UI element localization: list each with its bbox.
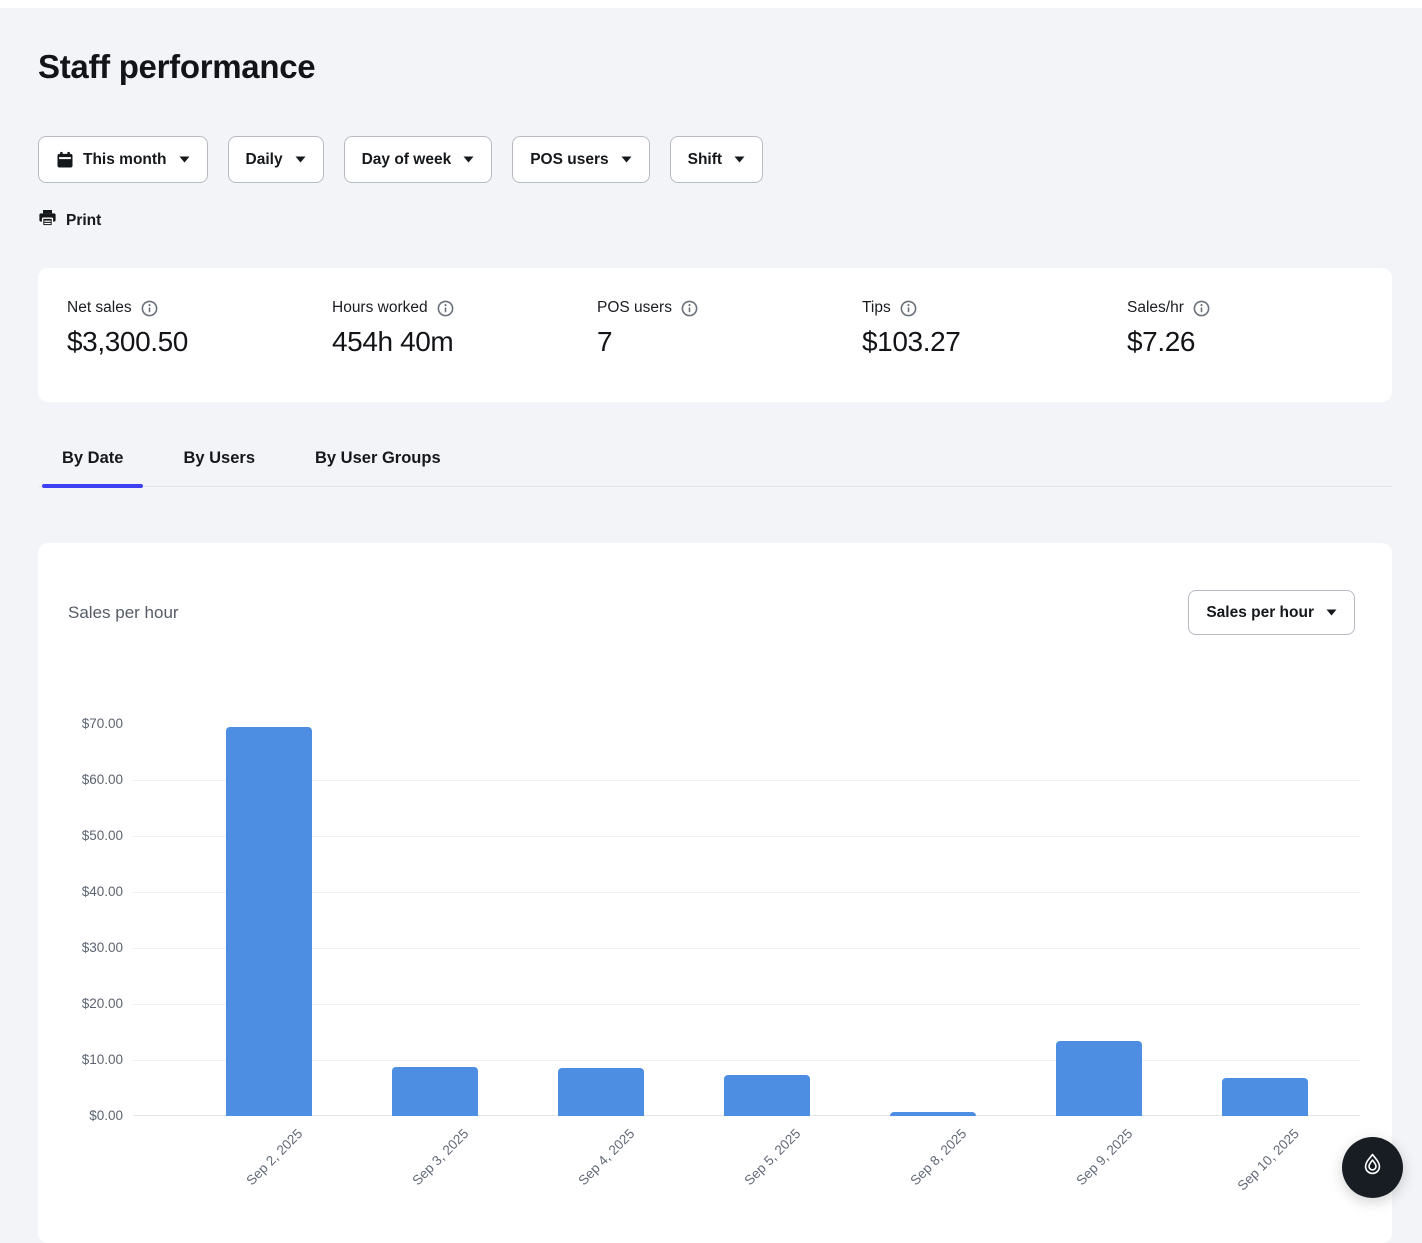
- gridline: [133, 836, 1360, 837]
- filter-day-of-week[interactable]: Day of week: [344, 136, 493, 183]
- y-axis-tick-label: $0.00: [48, 1107, 123, 1125]
- page-title: Staff performance: [38, 48, 1392, 86]
- filter-daily[interactable]: Daily: [228, 136, 324, 183]
- chart-card: Sales per hour Sales per hour $0.00$10.0…: [38, 543, 1392, 1243]
- info-icon[interactable]: [1193, 300, 1210, 317]
- bar-sep-2-2025[interactable]: [226, 727, 312, 1116]
- x-axis-tick-label: Sep 10, 2025: [1234, 1126, 1301, 1193]
- metric-dropdown-label: Sales per hour: [1206, 604, 1314, 622]
- lightspeed-flame-icon: [1359, 1152, 1386, 1184]
- chart-header: Sales per hour Sales per hour: [38, 543, 1392, 635]
- y-axis-tick-label: $30.00: [48, 939, 123, 957]
- stat-net-sales: Net sales $3,300.50: [67, 299, 332, 402]
- info-icon[interactable]: [900, 300, 917, 317]
- lightspeed-logo-button[interactable]: [1342, 1137, 1403, 1198]
- chevron-down-icon: [179, 156, 190, 163]
- print-button[interactable]: Print: [38, 209, 101, 232]
- stat-header: POS users: [597, 299, 862, 317]
- stat-label: POS users: [597, 299, 672, 317]
- stat-label: Tips: [862, 299, 891, 317]
- x-axis-tick-label: Sep 4, 2025: [576, 1126, 638, 1188]
- metric-dropdown[interactable]: Sales per hour: [1188, 590, 1355, 635]
- y-axis-tick-label: $50.00: [48, 827, 123, 845]
- chart-title: Sales per hour: [68, 603, 179, 623]
- bar-sep-5-2025[interactable]: [724, 1075, 810, 1116]
- calendar-icon: [56, 151, 74, 169]
- stat-label: Sales/hr: [1127, 299, 1184, 317]
- y-axis-tick-label: $70.00: [48, 715, 123, 733]
- info-icon[interactable]: [437, 300, 454, 317]
- filter-this-month[interactable]: This month: [38, 136, 208, 183]
- filter-pos-users[interactable]: POS users: [512, 136, 649, 183]
- filter-label: Daily: [246, 151, 283, 169]
- stat-tips: Tips $103.27: [862, 299, 1127, 402]
- stat-value: $3,300.50: [67, 326, 332, 358]
- x-axis-tick-label: Sep 8, 2025: [908, 1126, 970, 1188]
- main-content: Staff performance This month Daily Day of …: [0, 48, 1422, 1243]
- stat-value: 454h 40m: [332, 326, 597, 358]
- stat-value: $103.27: [862, 326, 1127, 358]
- filter-label: This month: [83, 151, 167, 169]
- stat-header: Net sales: [67, 299, 332, 317]
- gridline: [133, 1004, 1360, 1005]
- stat-header: Sales/hr: [1127, 299, 1392, 317]
- y-axis-tick-label: $40.00: [48, 883, 123, 901]
- tab-by-user-groups[interactable]: By User Groups: [295, 448, 461, 486]
- gridline: [133, 780, 1360, 781]
- stat-label: Net sales: [67, 299, 132, 317]
- stat-header: Hours worked: [332, 299, 597, 317]
- gridline: [133, 1060, 1360, 1061]
- tab-by-users[interactable]: By Users: [163, 448, 275, 486]
- chevron-down-icon: [1326, 609, 1337, 616]
- stat-pos-users: POS users 7: [597, 299, 862, 402]
- filter-shift[interactable]: Shift: [670, 136, 763, 183]
- stat-hours-worked: Hours worked 454h 40m: [332, 299, 597, 402]
- summary-stats-card: Net sales $3,300.50Hours worked 454h 40mPO…: [38, 268, 1392, 402]
- info-icon[interactable]: [681, 300, 698, 317]
- chevron-down-icon: [295, 156, 306, 163]
- filter-label: POS users: [530, 151, 608, 169]
- stat-label: Hours worked: [332, 299, 428, 317]
- bar-chart: $0.00$10.00$20.00$30.00$40.00$50.00$60.0…: [133, 724, 1360, 1116]
- info-icon[interactable]: [141, 300, 158, 317]
- chevron-down-icon: [463, 156, 474, 163]
- chevron-down-icon: [621, 156, 632, 163]
- x-axis-tick-label: Sep 9, 2025: [1074, 1126, 1136, 1188]
- print-label: Print: [66, 212, 101, 230]
- top-strip: [0, 0, 1422, 8]
- y-axis-tick-label: $60.00: [48, 771, 123, 789]
- bar-sep-8-2025[interactable]: [890, 1112, 976, 1116]
- gridline: [133, 948, 1360, 949]
- x-axis-tick-label: Sep 2, 2025: [244, 1126, 306, 1188]
- chevron-down-icon: [734, 156, 745, 163]
- filter-label: Shift: [688, 151, 722, 169]
- gridline: [133, 892, 1360, 893]
- tab-bar: By Date By Users By User Groups: [38, 448, 1392, 487]
- printer-icon: [38, 209, 57, 232]
- filter-label: Day of week: [362, 151, 452, 169]
- print-row: Print: [38, 209, 1392, 232]
- y-axis-tick-label: $10.00: [48, 1051, 123, 1069]
- tab-by-date[interactable]: By Date: [42, 448, 143, 486]
- bar-sep-3-2025[interactable]: [392, 1067, 478, 1116]
- stat-value: $7.26: [1127, 326, 1392, 358]
- y-axis-tick-label: $20.00: [48, 995, 123, 1013]
- bar-sep-9-2025[interactable]: [1056, 1041, 1142, 1116]
- stat-value: 7: [597, 326, 862, 358]
- x-axis-tick-label: Sep 3, 2025: [410, 1126, 472, 1188]
- x-axis-tick-label: Sep 5, 2025: [742, 1126, 804, 1188]
- stat-sales-per-hr: Sales/hr $7.26: [1127, 299, 1392, 402]
- filter-bar: This month Daily Day of week POS users Shift: [38, 136, 1392, 183]
- bar-sep-10-2025[interactable]: [1222, 1078, 1308, 1116]
- bar-sep-4-2025[interactable]: [558, 1068, 644, 1116]
- stat-header: Tips: [862, 299, 1127, 317]
